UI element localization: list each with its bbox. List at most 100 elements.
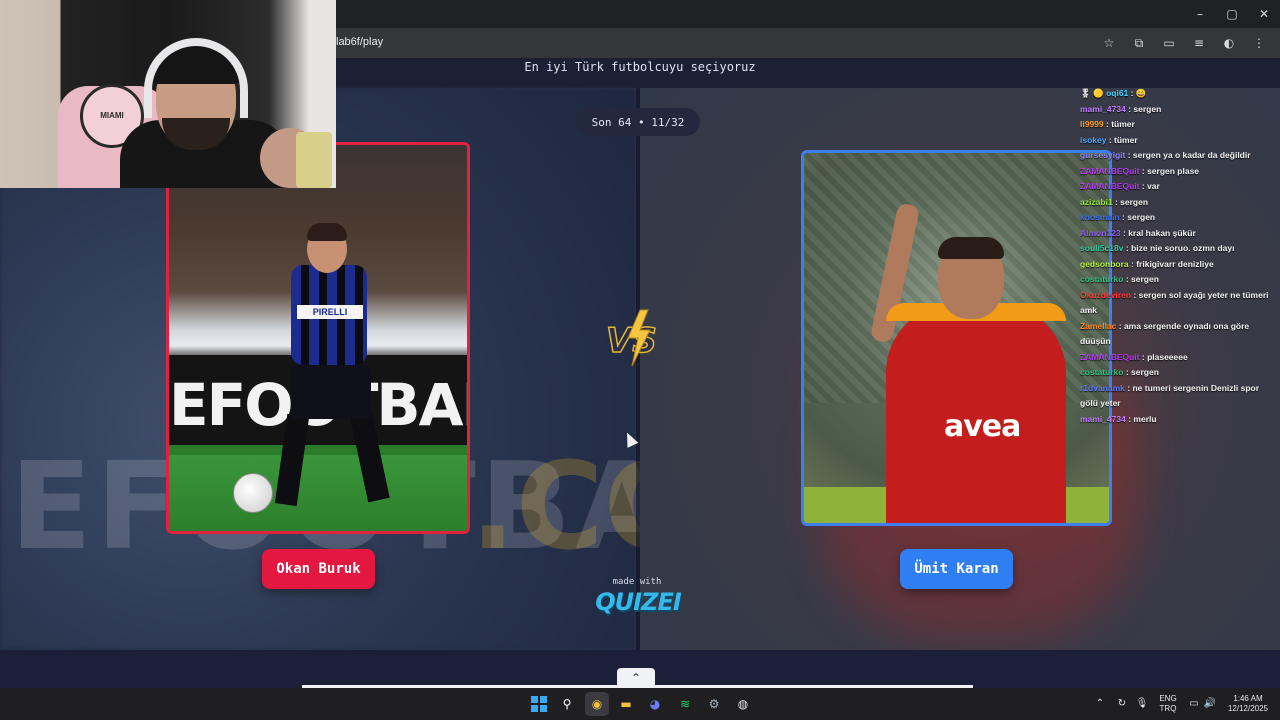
chat-username[interactable]: souli5c18v: [1080, 243, 1123, 253]
volume-icon[interactable]: 🔊: [1202, 688, 1218, 720]
media-icon[interactable]: ≡: [1186, 33, 1212, 53]
chat-separator: :: [1123, 243, 1132, 253]
logo-square: [531, 696, 538, 703]
chat-text: sergen: [1127, 212, 1156, 222]
split-divider: [636, 88, 640, 650]
player-shorts: [291, 365, 371, 419]
profile-icon[interactable]: ◐: [1216, 33, 1242, 53]
chat-text: tümer: [1111, 119, 1135, 129]
language-indicator[interactable]: ENG TRQ: [1152, 688, 1184, 720]
chat-text: merlu: [1133, 413, 1157, 424]
close-button[interactable]: ✕: [1248, 0, 1280, 28]
settings-icon[interactable]: ⚙: [702, 692, 726, 716]
cast-icon[interactable]: ▭: [1156, 33, 1182, 53]
discord-icon[interactable]: ◕: [643, 692, 667, 716]
chat-username[interactable]: Almon123: [1080, 228, 1121, 238]
spotify-icon[interactable]: ≋: [673, 692, 697, 716]
chat-separator: :: [1139, 181, 1148, 191]
logo-square: [540, 696, 547, 703]
menu-icon[interactable]: ⋮: [1246, 33, 1272, 53]
chat-message: ZAMANBEQuit : var: [1080, 179, 1276, 195]
quizei-logo[interactable]: QUIZEI: [590, 588, 686, 616]
language-line-1: ENG: [1159, 694, 1177, 703]
chat-username[interactable]: ZAMANBEQuit: [1080, 181, 1140, 191]
choose-left-player-button[interactable]: Okan Buruk: [262, 549, 375, 589]
chat-username[interactable]: li9999: [1080, 119, 1104, 129]
recorder-icon[interactable]: ◍: [731, 692, 755, 716]
network-icon[interactable]: ▭: [1186, 688, 1202, 720]
chat-username[interactable]: costaturko: [1080, 274, 1123, 284]
chat-text: sergen: [1133, 103, 1162, 114]
logo-square: [540, 705, 547, 712]
chat-text: sergen: [1120, 196, 1149, 207]
logo-square: [531, 705, 538, 712]
chat-message: r1dvanamk : ne tumeri sergenin Denizli s…: [1080, 381, 1276, 412]
left-player-card[interactable]: EFOOTBALL.CO PIRELLI: [166, 142, 470, 534]
chat-username[interactable]: gursesyigit: [1080, 150, 1125, 160]
chat-message: azizabi1 : sergen: [1080, 195, 1276, 211]
microphone-icon[interactable]: 🎙: [1134, 688, 1150, 720]
choose-right-player-button[interactable]: Ümit Karan: [900, 549, 1013, 589]
made-with-label: made with: [612, 577, 662, 587]
sync-icon[interactable]: ↻: [1114, 688, 1130, 720]
chat-username[interactable]: mami_4734: [1080, 104, 1126, 114]
chat-message: li9999 : tümer: [1080, 117, 1276, 133]
chat-text: bize nie soruo. ozmn dayı: [1131, 243, 1235, 253]
chat-username[interactable]: Okuzdeviren: [1080, 290, 1131, 300]
right-player-card[interactable]: avea: [801, 150, 1112, 526]
clock-time: 1:46 AM: [1233, 694, 1263, 703]
chat-separator: :: [1123, 274, 1132, 284]
jersey-sponsor: avea: [944, 409, 1021, 444]
clock[interactable]: 1:46 AM 12/12/2025: [1222, 688, 1274, 720]
chat-message: Almon123 : kral hakan şükür: [1080, 226, 1276, 242]
url-field[interactable]: lab6f/play: [336, 36, 383, 48]
chat-username[interactable]: r1dvanamk: [1080, 383, 1125, 393]
search-icon[interactable]: ⚲: [555, 692, 579, 716]
chat-message: khosmain : sergen: [1080, 210, 1276, 226]
window-controls: – ▢ ✕: [1184, 0, 1280, 28]
chat-username[interactable]: costaturko: [1080, 367, 1123, 377]
chat-username[interactable]: oqi61: [1106, 88, 1128, 98]
stream-chat: 🎖 🟡 oqi61 : 😄 mami_4734 : sergen li9999 : …: [1080, 86, 1276, 427]
chat-message: Zamellac : ama sergende oynadı ona göre …: [1080, 319, 1276, 350]
chat-username[interactable]: ZAMANBEQuit: [1080, 352, 1140, 362]
chat-username[interactable]: gedsonbora: [1080, 259, 1129, 269]
tray-chevron-icon[interactable]: ⌃: [1092, 688, 1108, 720]
chat-separator: :: [1128, 88, 1136, 98]
star-icon[interactable]: ☆: [1096, 33, 1122, 53]
screen: – ▢ ✕ lab6f/play ☆ ⧉ ▭ ≡ ◐ ⋮ En iyi Türk…: [0, 0, 1280, 720]
minimize-button[interactable]: –: [1184, 0, 1216, 28]
chat-message: Okuzdeviren : sergen sol ayağı yeter ne …: [1080, 288, 1276, 319]
extensions-icon[interactable]: ⧉: [1126, 33, 1152, 53]
chat-username[interactable]: isokey: [1080, 135, 1106, 145]
chat-message: gedsonbora : frikigivarr denizliye: [1080, 257, 1276, 273]
chat-message: gursesyigit : sergen ya o kadar da değil…: [1080, 148, 1276, 164]
chat-username[interactable]: khosmain: [1080, 212, 1120, 222]
language-line-2: TRQ: [1159, 704, 1177, 713]
chat-message: mami_4734 : merlu: [1080, 412, 1276, 428]
chat-message: costaturko : sergen: [1080, 272, 1276, 288]
football: [233, 473, 273, 513]
chat-username[interactable]: Zamellac: [1080, 321, 1116, 331]
chat-username[interactable]: ZAMANBEQuit: [1080, 166, 1140, 176]
start-icon[interactable]: [527, 692, 551, 716]
chat-text: sergen plase: [1147, 165, 1200, 176]
round-indicator: Son 64 • 11/32: [576, 108, 700, 136]
chrome-icon[interactable]: ◉: [585, 692, 609, 716]
chat-message: ZAMANBEQuit : sergen plase: [1080, 164, 1276, 180]
chat-text: frikigivarr denizliye: [1136, 258, 1214, 269]
chat-message: isokey : tümer: [1080, 133, 1276, 149]
chat-separator: :: [1139, 351, 1148, 362]
chat-separator: :: [1125, 150, 1133, 160]
chat-text: sergen: [1131, 367, 1159, 377]
restore-button[interactable]: ▢: [1216, 0, 1248, 28]
chat-username[interactable]: mami_4734: [1080, 414, 1126, 424]
webcam-overlay: MIAMI: [0, 0, 336, 188]
chat-separator: :: [1131, 289, 1139, 300]
chat-text: var: [1147, 181, 1160, 191]
chat-username[interactable]: azizabi1: [1080, 197, 1113, 207]
player-hair: [938, 237, 1004, 259]
left-player-photo: EFOOTBALL.CO PIRELLI: [169, 145, 467, 531]
vs-icon: VS: [605, 309, 658, 367]
file-explorer-icon[interactable]: ▬: [614, 692, 638, 716]
